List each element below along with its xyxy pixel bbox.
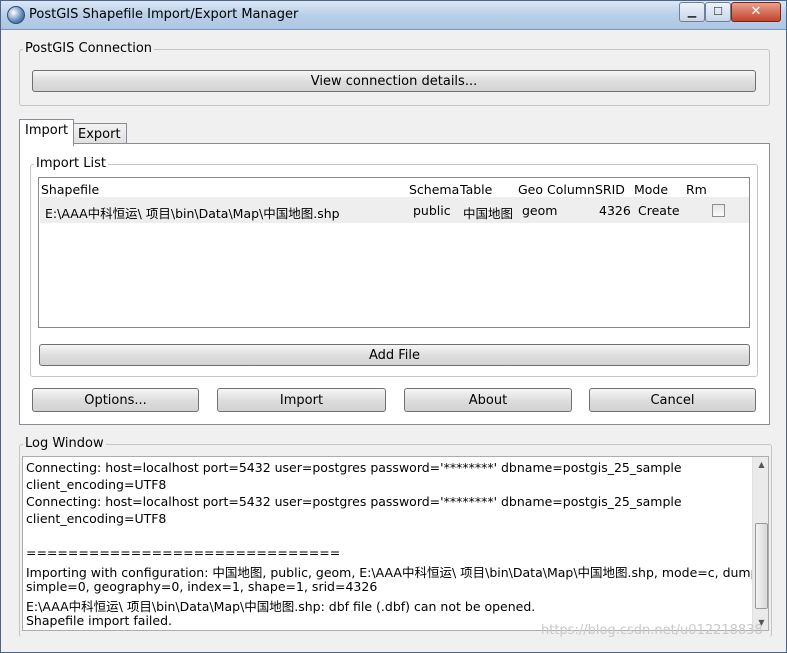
minimize-button[interactable]: ▁ xyxy=(679,2,705,22)
log-line: Connecting: host=localhost port=5432 use… xyxy=(26,494,682,509)
watermark: https://blog.csdn.net/u012218838 xyxy=(541,623,763,638)
title-bar[interactable]: PostGIS Shapefile Import/Export Manager … xyxy=(1,1,786,30)
view-connection-details-button[interactable]: View connection details... xyxy=(32,70,756,92)
scroll-up-arrow-icon[interactable]: ▲ xyxy=(753,457,768,472)
cell-srid[interactable]: 4326 xyxy=(599,203,631,218)
log-text-area[interactable]: Connecting: host=localhost port=5432 use… xyxy=(22,456,769,631)
table-row[interactable]: E:\AAA中科恒运\ 项目\bin\Data\Map\中国地图.shp pub… xyxy=(40,197,749,223)
cell-geo-column[interactable]: geom xyxy=(522,203,557,218)
column-header-srid[interactable]: SRID xyxy=(595,182,625,197)
column-header-shapefile[interactable]: Shapefile xyxy=(41,182,99,197)
remove-checkbox[interactable] xyxy=(712,204,725,217)
column-header-schema[interactable]: Schema xyxy=(409,182,459,197)
cell-schema[interactable]: public xyxy=(413,203,451,218)
column-header-table[interactable]: Table xyxy=(460,182,492,197)
log-window-group-title: Log Window xyxy=(23,436,106,451)
log-line: simple=0, geography=0, index=1, shape=1,… xyxy=(26,579,378,594)
cell-shapefile[interactable]: E:\AAA中科恒运\ 项目\bin\Data\Map\中国地图.shp xyxy=(45,203,340,222)
log-scrollbar[interactable]: ▲ ▼ xyxy=(752,457,768,630)
log-line: client_encoding=UTF8 xyxy=(26,511,167,526)
cell-mode[interactable]: Create xyxy=(638,203,680,218)
main-window: PostGIS Shapefile Import/Export Manager … xyxy=(0,0,787,653)
import-button[interactable]: Import xyxy=(217,388,386,412)
maximize-button[interactable]: ☐ xyxy=(705,2,731,22)
import-list-table[interactable]: Shapefile Schema Table Geo Column SRID M… xyxy=(38,177,750,328)
options-button[interactable]: Options... xyxy=(32,388,199,412)
log-line: Connecting: host=localhost port=5432 use… xyxy=(26,460,682,475)
log-line: Shapefile import failed. xyxy=(26,613,173,628)
about-button[interactable]: About xyxy=(404,388,572,412)
column-header-rm[interactable]: Rm xyxy=(686,182,707,197)
column-header-mode[interactable]: Mode xyxy=(634,182,668,197)
add-file-button[interactable]: Add File xyxy=(39,344,750,366)
cell-table[interactable]: 中国地图 xyxy=(463,203,513,222)
log-line: ============================== xyxy=(26,545,341,560)
postgis-app-icon xyxy=(7,6,25,24)
scroll-thumb[interactable] xyxy=(755,523,768,609)
column-header-geo-column[interactable]: Geo Column xyxy=(518,182,595,197)
window-title: PostGIS Shapefile Import/Export Manager xyxy=(29,7,299,22)
close-button[interactable]: ✕ xyxy=(731,2,781,22)
cancel-button[interactable]: Cancel xyxy=(589,388,756,412)
log-line: client_encoding=UTF8 xyxy=(26,477,167,492)
import-list-group-title: Import List xyxy=(34,156,109,171)
tab-import[interactable]: Import xyxy=(19,119,75,146)
connection-group-title: PostGIS Connection xyxy=(23,41,155,56)
